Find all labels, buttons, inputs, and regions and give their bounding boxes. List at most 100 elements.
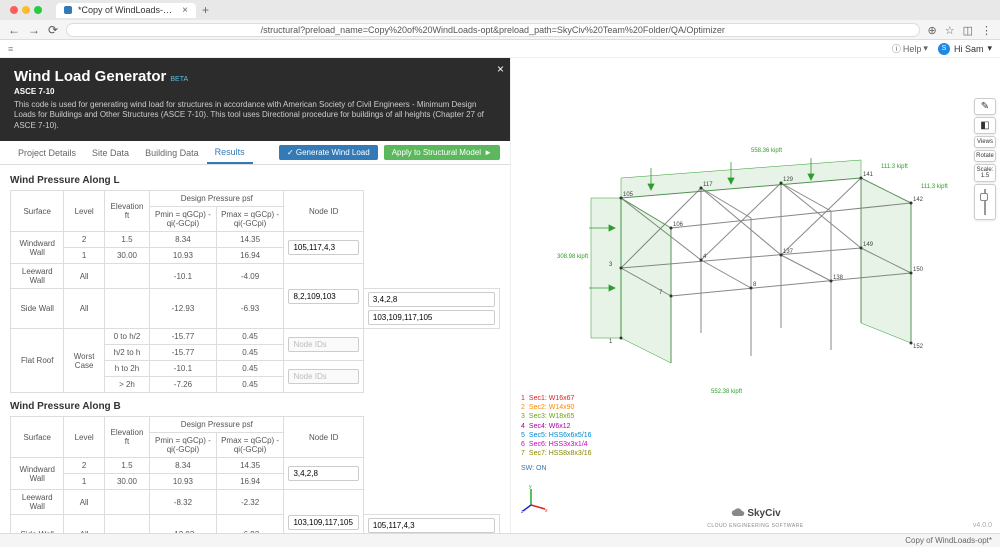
version-label: v4.0.0: [973, 522, 992, 529]
menu-icon[interactable]: ⋮: [981, 24, 992, 37]
tab-bar: *Copy of WindLoads-opt | SkyC × +: [0, 0, 1000, 20]
window-controls: [4, 6, 48, 14]
cube-tool[interactable]: ◧: [974, 117, 996, 134]
status-filename: Copy of WindLoads-opt*: [905, 536, 992, 545]
tab-site-data[interactable]: Site Data: [84, 141, 137, 164]
node-id-input[interactable]: [288, 289, 358, 304]
self-weight-toggle[interactable]: SW: ON: [521, 464, 592, 473]
bookmark-icon[interactable]: ☆: [945, 24, 955, 37]
panel-header: Wind Load Generator BETA ASCE 7-10 This …: [0, 58, 510, 141]
back-button[interactable]: ←: [8, 23, 20, 37]
user-menu[interactable]: S Hi Sam ▾: [938, 43, 992, 55]
wind-table-along-l: SurfaceLevelElevation ftDesign Pressure …: [10, 190, 500, 393]
legend-item: 4Sec4: W6x12: [521, 422, 592, 431]
panel-title: Wind Load Generator: [14, 68, 166, 85]
model-viewport[interactable]: 105 117 129 141 106 142 3 149 1 152 4 13…: [510, 58, 1000, 533]
svg-text:552.38 kipft: 552.38 kipft: [711, 389, 742, 395]
minimize-window-icon[interactable]: [22, 6, 30, 14]
tab-project-details[interactable]: Project Details: [10, 141, 84, 164]
hamburger-menu-icon[interactable]: ≡: [8, 44, 13, 54]
svg-text:137: 137: [783, 249, 794, 255]
table-row: 130.0010.9316.94: [11, 474, 500, 490]
node-id-input[interactable]: [368, 518, 495, 533]
legend-item: 3Sec3: W18x65: [521, 412, 592, 421]
search-icon[interactable]: ⊕: [928, 24, 937, 37]
apply-structural-model-button[interactable]: Apply to Structural Model ►: [384, 145, 500, 160]
svg-text:111.3 kipft: 111.3 kipft: [921, 184, 948, 190]
node-id-input[interactable]: [288, 466, 358, 481]
tab-title: *Copy of WindLoads-opt | SkyC: [78, 5, 176, 15]
close-window-icon[interactable]: [10, 6, 18, 14]
new-tab-button[interactable]: +: [202, 3, 209, 17]
view-toolbar: ✎ ◧ Views Rotate Scale: 1.5: [974, 98, 996, 220]
table-row: Side WallAll-12.93-6.93: [11, 289, 500, 329]
svg-text:1: 1: [609, 339, 613, 345]
svg-text:117: 117: [703, 182, 713, 188]
user-greeting: Hi Sam: [954, 44, 984, 54]
section-title-along-l: Wind Pressure Along L: [10, 175, 500, 186]
svg-text:8: 8: [753, 282, 757, 288]
rotate-button[interactable]: Rotate: [974, 150, 996, 162]
node-id-input[interactable]: [368, 292, 495, 307]
beta-tag: BETA: [170, 76, 188, 83]
pencil-tool[interactable]: ✎: [974, 98, 996, 115]
legend-item: 5Sec5: HSS6x6x5/16: [521, 431, 592, 440]
svg-text:308.98 kipft: 308.98 kipft: [557, 254, 588, 260]
svg-text:138: 138: [833, 275, 844, 281]
structural-model[interactable]: 105 117 129 141 106 142 3 149 1 152 4 13…: [551, 128, 951, 408]
legend-item: 6Sec6: HSS3x3x1/4: [521, 440, 592, 449]
panel-description: This code is used for generating wind lo…: [14, 100, 496, 131]
brand-logo: SkyCiv CLOUD ENGINEERING SOFTWARE: [707, 506, 803, 529]
section-title-along-b: Wind Pressure Along B: [10, 401, 500, 412]
wind-table-along-b: SurfaceLevelElevation ftDesign Pressure …: [10, 416, 500, 540]
svg-text:x: x: [545, 508, 548, 513]
legend-item: 2Sec2: W14x90: [521, 403, 592, 412]
panel-subtitle: ASCE 7-10: [14, 87, 496, 96]
status-bar: Copy of WindLoads-opt*: [0, 533, 1000, 547]
wind-load-panel: Wind Load Generator BETA ASCE 7-10 This …: [0, 58, 510, 533]
legend-item: 1Sec1: W16x67: [521, 394, 592, 403]
node-id-input[interactable]: [288, 240, 358, 255]
svg-text:142: 142: [913, 197, 924, 203]
table-row: 130.0010.9316.94: [11, 248, 500, 264]
svg-text:141: 141: [863, 172, 874, 178]
svg-text:558.36 kipft: 558.36 kipft: [751, 148, 782, 154]
scale-slider[interactable]: [974, 184, 996, 220]
tab-results[interactable]: Results: [207, 141, 253, 164]
section-legend: 1Sec1: W16x672Sec2: W14x903Sec3: W18x654…: [521, 394, 592, 473]
axis-gizmo: y x z: [521, 485, 549, 513]
svg-text:150: 150: [913, 267, 924, 273]
node-id-input[interactable]: [368, 310, 495, 325]
reload-button[interactable]: ⟳: [48, 23, 58, 37]
node-id-input: [288, 337, 358, 352]
browser-chrome: *Copy of WindLoads-opt | SkyC × + ← → ⟳ …: [0, 0, 1000, 40]
close-tab-icon[interactable]: ×: [182, 5, 188, 16]
table-row: Windward Wall21.58.3414.35: [11, 458, 500, 474]
scale-handle[interactable]: [980, 193, 988, 201]
table-row: Windward Wall21.58.3414.35: [11, 232, 500, 248]
svg-text:105: 105: [623, 192, 634, 198]
close-panel-icon[interactable]: ×: [497, 62, 504, 76]
legend-item: 7Sec7: HSS8x8x3/16: [521, 449, 592, 458]
node-id-input: [288, 369, 358, 384]
views-button[interactable]: Views: [974, 136, 996, 148]
url-field[interactable]: /structural?preload_name=Copy%20of%20Win…: [66, 23, 919, 37]
extensions-icon[interactable]: ◫: [963, 24, 973, 37]
svg-text:152: 152: [913, 344, 924, 350]
panel-body[interactable]: Wind Pressure Along L SurfaceLevelElevat…: [0, 165, 510, 540]
tab-building-data[interactable]: Building Data: [137, 141, 207, 164]
main-area: Wind Load Generator BETA ASCE 7-10 This …: [0, 58, 1000, 533]
svg-text:106: 106: [673, 222, 684, 228]
tab-favicon: [64, 6, 72, 14]
table-row: Flat RoofWorst Case0 to h/2-15.770.45: [11, 329, 500, 345]
generate-wind-load-button[interactable]: ✓ Generate Wind Load: [279, 145, 378, 160]
maximize-window-icon[interactable]: [34, 6, 42, 14]
cloud-icon: [730, 506, 744, 520]
table-row: Leeward WallAll-8.32-2.32: [11, 490, 500, 515]
table-row: Leeward WallAll-10.1-4.09: [11, 264, 500, 289]
node-id-input[interactable]: [288, 515, 358, 530]
browser-tab[interactable]: *Copy of WindLoads-opt | SkyC ×: [56, 3, 196, 18]
svg-text:129: 129: [783, 177, 794, 183]
forward-button[interactable]: →: [28, 23, 40, 37]
help-menu[interactable]: ⓘ Help ▾: [892, 42, 928, 55]
